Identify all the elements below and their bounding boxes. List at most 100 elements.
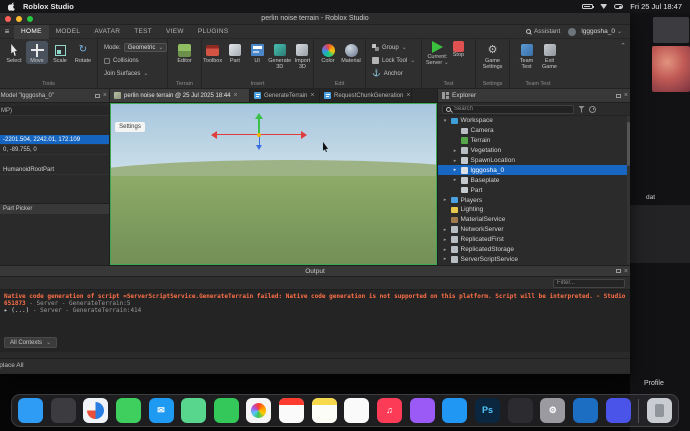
- video-thumbnail[interactable]: [653, 17, 689, 43]
- mode-dropdown[interactable]: Geometric ⌄: [124, 43, 168, 52]
- battery-icon[interactable]: [582, 4, 593, 9]
- expander-icon[interactable]: ▸: [452, 167, 458, 173]
- file-menu-icon[interactable]: ≡: [0, 27, 14, 36]
- log-line[interactable]: ▸ (...) - Server - GenerateTerrain:414: [4, 307, 626, 314]
- dock-icon-appstore[interactable]: [442, 398, 467, 423]
- viewport-3d[interactable]: Settings: [110, 103, 437, 265]
- log-line[interactable]: Native code generation of script =Server…: [4, 293, 626, 300]
- part-button[interactable]: Part: [224, 41, 245, 70]
- explorer-item-lgggosha_0[interactable]: ▸ lgggosha_0: [438, 165, 627, 175]
- explorer-search-input[interactable]: [454, 106, 570, 112]
- material-button[interactable]: Material: [340, 41, 362, 64]
- join-surfaces-dropdown[interactable]: Join Surfaces ⌄: [98, 67, 167, 80]
- expander-icon[interactable]: ▸: [442, 227, 448, 233]
- explorer-item-replicatedstorage[interactable]: ▸ ReplicatedStorage: [438, 245, 627, 255]
- expander-icon[interactable]: ▸: [442, 237, 448, 243]
- property-value-row[interactable]: 0, -89.755, 0: [0, 145, 110, 155]
- gizmo-y-axis[interactable]: [258, 119, 260, 134]
- dock-icon-mail[interactable]: ✉: [149, 398, 174, 423]
- color-button[interactable]: Color: [317, 41, 339, 64]
- expander-icon[interactable]: ▸: [442, 247, 448, 253]
- team-test-button[interactable]: Team Test: [516, 41, 538, 70]
- dock-icon-photos[interactable]: [246, 398, 271, 423]
- popout-icon[interactable]: [616, 94, 621, 98]
- current-mode-dropdown[interactable]: Current: Server ⌄: [426, 54, 449, 66]
- scrollbar[interactable]: [627, 116, 630, 265]
- move-tool-button[interactable]: Move: [26, 41, 48, 64]
- explorer-item-lighting[interactable]: Lighting: [438, 205, 627, 215]
- properties-panel-header[interactable]: Properties - Model "lgggosha_0" ×: [0, 89, 110, 102]
- stop-button[interactable]: Stop: [453, 41, 464, 66]
- explorer-item-serverscriptservice[interactable]: ▸ ServerScriptService: [438, 254, 627, 264]
- dock-icon-vscode[interactable]: [573, 398, 598, 423]
- gizmo-center-handle[interactable]: [257, 133, 261, 137]
- group-dropdown[interactable]: Group ⌄: [366, 41, 421, 54]
- expander-icon[interactable]: ▸: [452, 148, 458, 154]
- ui-button[interactable]: UI: [247, 41, 268, 70]
- close-icon[interactable]: ×: [406, 92, 410, 99]
- log-expandable-text[interactable]: ▸ (...): [4, 307, 29, 314]
- dock-icon-finder[interactable]: [18, 398, 43, 423]
- expander-icon[interactable]: ▸: [442, 197, 448, 203]
- explorer-item-part[interactable]: Part: [438, 185, 627, 195]
- explorer-item-materialservice[interactable]: MaterialService: [438, 215, 627, 225]
- dock-icon-messages[interactable]: [116, 398, 141, 423]
- expander-icon[interactable]: ▸: [452, 177, 458, 183]
- expander-icon[interactable]: ▸: [442, 256, 448, 262]
- dock-icon-notes[interactable]: [312, 398, 337, 423]
- history-icon[interactable]: [589, 106, 596, 113]
- dock-icon-music[interactable]: ♫: [377, 398, 402, 423]
- close-icon[interactable]: ×: [310, 92, 314, 99]
- explorer-item-baseplate[interactable]: ▸ Baseplate: [438, 175, 627, 185]
- properties-filter-input[interactable]: MP): [0, 106, 109, 116]
- dock-icon-podcasts[interactable]: [410, 398, 435, 423]
- photo-thumbnail[interactable]: [652, 46, 690, 92]
- property-value-row[interactable]: -2201.504, 2242.01, 172.109: [0, 135, 110, 145]
- scrollbar-thumb[interactable]: [627, 122, 630, 166]
- window-titlebar[interactable]: perlin noise terrain - Roblox Studio: [0, 13, 630, 25]
- dock-icon-trash[interactable]: [647, 398, 672, 423]
- property-value-row[interactable]: HumanoidRootPart: [0, 165, 110, 175]
- gizmo-z-arrow-down[interactable]: [256, 145, 262, 150]
- tab-home[interactable]: HOME: [14, 25, 49, 39]
- doc-tab-place[interactable]: perlin noise terrain @ 25 Jul 2025 18:44…: [110, 89, 250, 102]
- assistant-button[interactable]: Assistant: [526, 28, 560, 35]
- import-3d-button[interactable]: Import 3D: [292, 41, 313, 70]
- tab-plugins[interactable]: PLUGINS: [191, 25, 236, 39]
- popout-icon[interactable]: [616, 269, 621, 273]
- menubar-app-name[interactable]: Roblox Studio: [23, 2, 74, 11]
- dock-icon-safari[interactable]: [83, 398, 108, 423]
- log-source-link[interactable]: - Server - GenerateTerrain:414: [29, 307, 141, 314]
- explorer-item-replicatedfirst[interactable]: ▸ ReplicatedFirst: [438, 235, 627, 245]
- explorer-item-networkserver[interactable]: ▸ NetworkServer: [438, 225, 627, 235]
- output-panel-header[interactable]: Output ×: [0, 266, 630, 277]
- collapse-ribbon-icon[interactable]: ⌃: [620, 42, 626, 50]
- dock-icon-facetime[interactable]: [214, 398, 239, 423]
- tab-view[interactable]: VIEW: [159, 25, 191, 39]
- gizmo-y-arrow-up[interactable]: [255, 113, 263, 119]
- profile-link[interactable]: Profile: [644, 380, 664, 387]
- explorer-item-spawnlocation[interactable]: ▸ SpawnLocation: [438, 156, 627, 166]
- dock-icon-settings[interactable]: ⚙: [540, 398, 565, 423]
- explorer-item-camera[interactable]: Camera: [438, 126, 627, 136]
- tab-test[interactable]: TEST: [127, 25, 159, 39]
- doc-tab-requestchunkgeneration[interactable]: RequestChunkGeneration ×: [320, 89, 412, 102]
- explorer-item-terrain[interactable]: Terrain: [438, 136, 627, 146]
- part-picker-header[interactable]: Part Picker: [0, 203, 110, 214]
- dock-icon-terminal[interactable]: [508, 398, 533, 423]
- user-menu[interactable]: lgggosha_0 ⌄: [568, 28, 622, 36]
- rotate-tool-button[interactable]: ↻ Rotate: [72, 41, 94, 64]
- play-button[interactable]: Current: Server ⌄: [426, 41, 449, 66]
- wifi-icon[interactable]: [600, 4, 607, 9]
- select-tool-button[interactable]: Select: [3, 41, 25, 64]
- control-center-icon[interactable]: [614, 4, 623, 9]
- explorer-search-box[interactable]: [442, 105, 574, 114]
- apple-menu-icon[interactable]: [8, 2, 16, 11]
- dock-icon-discord[interactable]: [606, 398, 631, 423]
- dock-icon-maps[interactable]: [181, 398, 206, 423]
- gizmo-x-arrow-left[interactable]: [211, 131, 217, 139]
- expander-icon[interactable]: ▸: [452, 158, 458, 164]
- explorer-item-workspace[interactable]: ▾ Workspace: [438, 116, 627, 126]
- explorer-item-players[interactable]: ▸ Players: [438, 195, 627, 205]
- terrain-editor-button[interactable]: Editor: [174, 41, 196, 64]
